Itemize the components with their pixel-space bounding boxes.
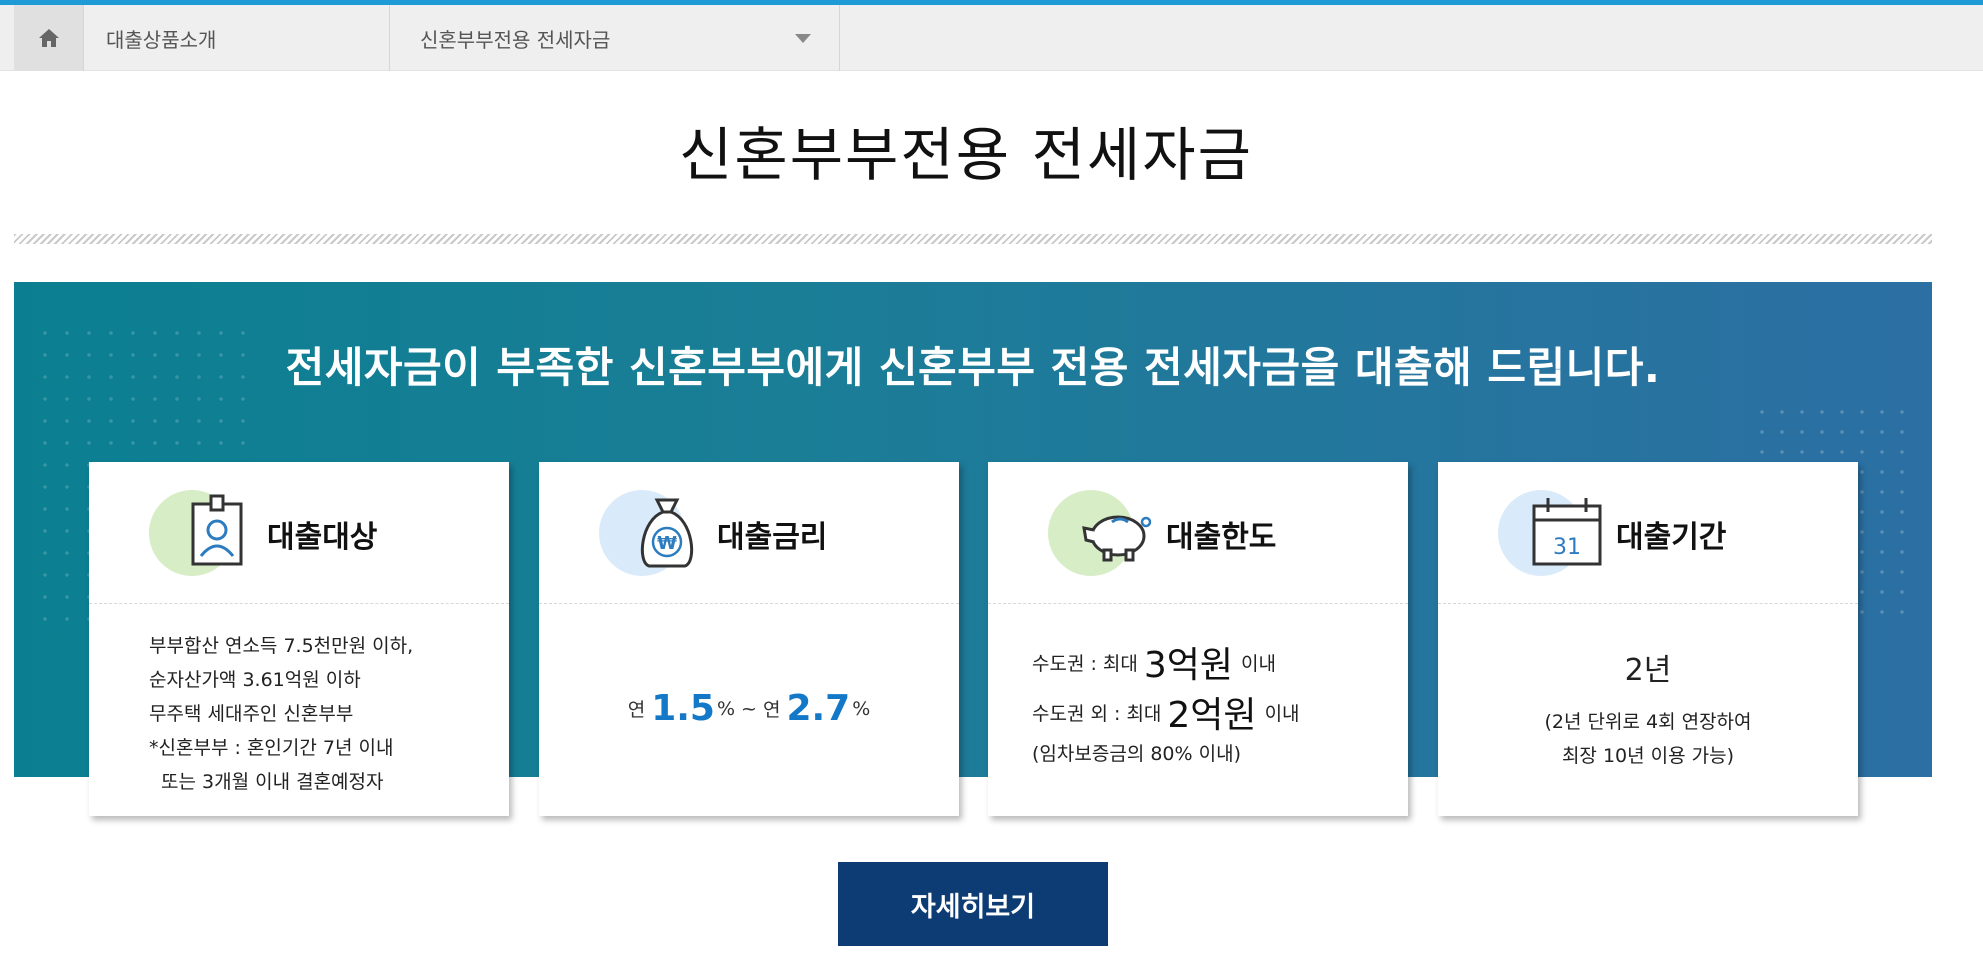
home-button[interactable] bbox=[14, 5, 84, 71]
breadcrumb-item-loan-products[interactable]: 대출상품소개 bbox=[84, 5, 390, 71]
limit-other-suffix: 이내 bbox=[1264, 702, 1300, 725]
limit-capital-label: 수도권 : 최대 bbox=[1032, 652, 1138, 675]
card-header: 대출대상 bbox=[89, 462, 509, 604]
limit-note: (임차보증금의 80% 이내) bbox=[1032, 743, 1241, 765]
target-line: *신혼부부 : 혼인기간 7년 이내 bbox=[149, 737, 394, 759]
period-sub-line: 최장 10년 이용 가능) bbox=[1561, 745, 1735, 767]
rate-min-unit: % bbox=[716, 697, 736, 720]
card-title: 대출금리 bbox=[717, 520, 828, 555]
limit-other-row: 수도권 외 : 최대 2억원 이내 bbox=[1032, 687, 1408, 737]
calendar-icon: 31 bbox=[1532, 498, 1602, 566]
rate-min-value: 1.5 bbox=[651, 688, 715, 729]
id-badge-icon bbox=[191, 494, 243, 566]
card-body: 부부합산 연소득 7.5천만원 이하, 순자산가액 3.61억원 이하 무주택 … bbox=[89, 605, 509, 816]
target-line: 순자산가액 3.61억원 이하 bbox=[149, 669, 361, 691]
rate-max-unit: % bbox=[852, 697, 871, 720]
limit-other-label: 수도권 외 : 최대 bbox=[1032, 702, 1162, 725]
card-header: 대출한도 bbox=[988, 462, 1408, 604]
rate-max-value: 2.7 bbox=[786, 688, 851, 729]
card-interest-rate: ₩ 대출금리 연 1.5 % ~ 연 2.7 % bbox=[539, 462, 959, 816]
limit-capital-amount: 3억원 bbox=[1143, 645, 1234, 686]
breadcrumb-item-label: 대출상품소개 bbox=[106, 27, 217, 52]
card-loan-limit: 대출한도 수도권 : 최대 3억원 이내 수도권 외 : 최대 2억원 이내 (… bbox=[988, 462, 1408, 816]
breadcrumb: 대출상품소개 신혼부부전용 전세자금 bbox=[0, 5, 1983, 71]
card-header: ₩ 대출금리 bbox=[539, 462, 959, 604]
card-body: 수도권 : 최대 3억원 이내 수도권 외 : 최대 2억원 이내 (임차보증금… bbox=[988, 605, 1408, 816]
target-line: 무주택 세대주인 신혼부부 bbox=[149, 703, 354, 725]
home-icon bbox=[38, 29, 59, 47]
svg-text:₩: ₩ bbox=[657, 533, 677, 554]
rate-separator: ~ bbox=[741, 697, 757, 720]
period-value: 2년 bbox=[1624, 653, 1672, 688]
view-details-button[interactable]: 자세히보기 bbox=[838, 862, 1108, 946]
rate-max-prefix: 연 bbox=[762, 699, 781, 721]
card-title: 대출한도 bbox=[1166, 520, 1277, 555]
page-title: 신혼부부전용 전세자금 bbox=[678, 121, 1254, 189]
card-title: 대출기간 bbox=[1616, 520, 1727, 555]
breadcrumb-product-select[interactable]: 신혼부부전용 전세자금 bbox=[390, 5, 840, 71]
rate-min-prefix: 연 bbox=[627, 699, 646, 721]
limit-other-amount: 2억원 bbox=[1167, 695, 1257, 736]
money-bag-icon: ₩ bbox=[640, 498, 694, 568]
card-loan-target: 대출대상 부부합산 연소득 7.5천만원 이하, 순자산가액 3.61억원 이하… bbox=[89, 462, 509, 816]
svg-text:31: 31 bbox=[1553, 535, 1581, 560]
target-line: 부부합산 연소득 7.5천만원 이하, bbox=[149, 635, 414, 657]
piggy-bank-icon bbox=[1082, 515, 1152, 562]
period-sub-line: (2년 단위로 4회 연장하여 bbox=[1544, 711, 1752, 733]
chevron-down-icon bbox=[795, 34, 811, 43]
title-divider bbox=[14, 234, 1932, 244]
limit-capital-row: 수도권 : 최대 3억원 이내 bbox=[1032, 637, 1408, 687]
card-loan-period: 31 대출기간 2년 (2년 단위로 4회 연장하여 최장 10년 이용 가능) bbox=[1438, 462, 1858, 816]
breadcrumb-select-label: 신혼부부전용 전세자금 bbox=[420, 27, 611, 52]
limit-capital-suffix: 이내 bbox=[1241, 652, 1277, 675]
card-title: 대출대상 bbox=[267, 520, 378, 555]
banner-headline: 전세자금이 부족한 신혼부부에게 신혼부부 전용 전세자금을 대출해 드립니다. bbox=[285, 343, 1661, 392]
card-body: 2년 (2년 단위로 4회 연장하여 최장 10년 이용 가능) bbox=[1438, 605, 1858, 816]
card-body: 연 1.5 % ~ 연 2.7 % bbox=[539, 605, 959, 816]
target-line: 또는 3개월 이내 결혼예정자 bbox=[161, 771, 384, 793]
card-header: 31 대출기간 bbox=[1438, 462, 1858, 604]
